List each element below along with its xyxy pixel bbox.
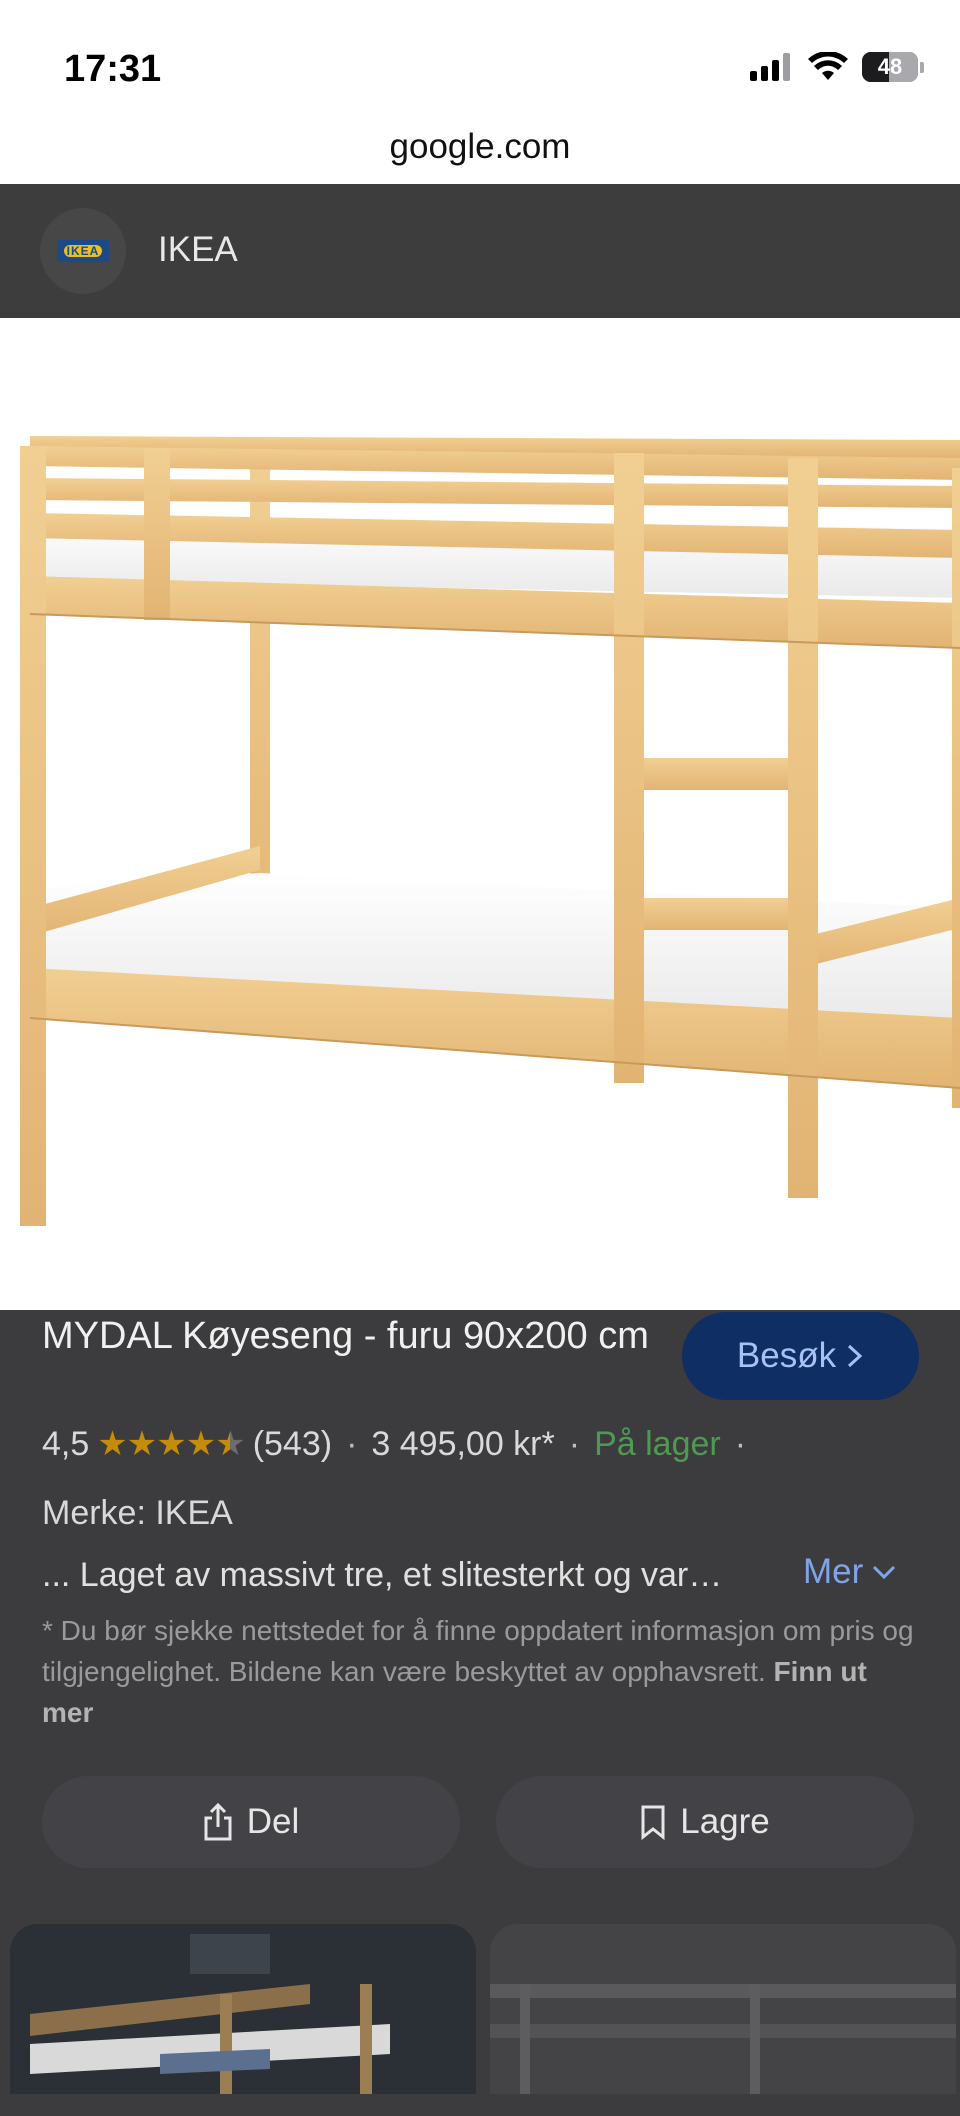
share-button[interactable]: Del <box>42 1776 460 1868</box>
separator: · <box>734 1424 747 1463</box>
separator: · <box>568 1424 581 1463</box>
brand: Merke: IKEA <box>42 1494 233 1532</box>
rating-stars: ★ ★ ★ ★ ★ <box>97 1424 246 1464</box>
description: ... Laget av massivt tre, et slitesterkt… <box>42 1556 723 1594</box>
share-label: Del <box>246 1802 300 1841</box>
signal-icon <box>750 53 790 81</box>
url-text: google.com <box>389 127 571 166</box>
battery-icon: 48 <box>862 52 924 82</box>
star-icon: ★ <box>97 1425 128 1463</box>
product-info: MYDAL Køyeseng - furu 90x200 cm Besøk 4,… <box>0 1310 960 2094</box>
ikea-logo: IKEA <box>40 208 126 294</box>
review-count[interactable]: (543) <box>253 1425 332 1464</box>
related-image-2[interactable] <box>490 1924 956 2094</box>
battery-level: 48 <box>877 54 903 79</box>
share-icon <box>204 1803 232 1841</box>
product-meta: 4,5 ★ ★ ★ ★ ★ (543) · 3 495,00 kr* · På … <box>42 1424 760 1464</box>
visit-button[interactable]: Besøk <box>682 1312 919 1400</box>
clock: 17:31 <box>64 48 162 90</box>
address-bar[interactable]: google.com <box>0 110 960 184</box>
more-label: Mer <box>803 1552 864 1591</box>
star-icon: ★ <box>156 1425 187 1463</box>
star-icon: ★ <box>185 1425 217 1463</box>
availability: På lager <box>594 1424 721 1463</box>
half-star-icon: ★ <box>215 1425 246 1463</box>
price: 3 495,00 kr* <box>371 1424 555 1463</box>
related-images <box>0 1916 960 2116</box>
status-bar: 17:31 48 <box>0 0 960 110</box>
bunk-bed-photo <box>10 1924 476 2094</box>
save-label: Lagre <box>680 1802 770 1841</box>
related-image-1[interactable] <box>10 1924 476 2094</box>
more-button[interactable]: Mer <box>803 1552 897 1592</box>
bunk-bed-photo <box>490 1924 956 2094</box>
logo-text: IKEA <box>63 245 103 257</box>
product-title[interactable]: MYDAL Køyeseng - furu 90x200 cm <box>42 1310 662 1362</box>
product-image[interactable] <box>0 318 960 1310</box>
visit-label: Besøk <box>736 1336 837 1375</box>
star-icon: ★ <box>126 1425 158 1463</box>
status-icons: 48 <box>750 52 924 82</box>
rating-value: 4,5 <box>42 1424 90 1463</box>
chevron-right-icon <box>848 1344 863 1368</box>
bunk-bed-illustration <box>20 436 960 1226</box>
save-button[interactable]: Lagre <box>496 1776 914 1868</box>
source-name: IKEA <box>158 230 238 269</box>
source-header[interactable]: IKEA IKEA <box>0 184 960 318</box>
chevron-down-icon <box>873 1565 896 1580</box>
bookmark-icon <box>641 1805 665 1840</box>
disclaimer: * Du bør sjekke nettstedet for å finne o… <box>42 1610 922 1733</box>
separator: · <box>346 1424 358 1463</box>
wifi-icon <box>808 52 848 80</box>
